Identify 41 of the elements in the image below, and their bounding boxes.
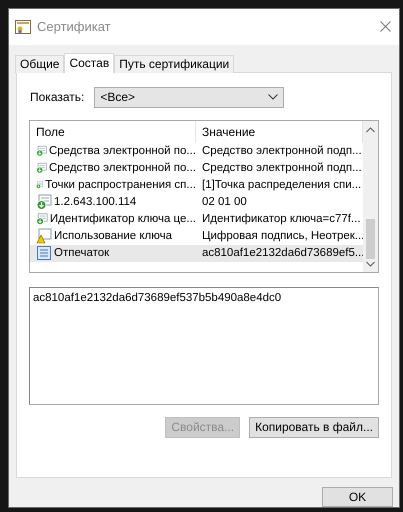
field-value: ac810af1e2132da6d73689ef5... — [202, 247, 363, 260]
tab[interactable]: Общие — [15, 54, 64, 73]
field-value: Средство электронной подп... — [202, 162, 362, 174]
chevron-down-icon — [268, 94, 278, 100]
field-name: Средства электронной по... — [48, 145, 196, 158]
show-dropdown[interactable]: <Все> — [94, 86, 284, 108]
field-name: Точки распространения сп... — [45, 179, 196, 192]
field-name: Использование ключа — [54, 230, 172, 242]
field-value: [1]Точка распределения спи... — [202, 179, 362, 192]
scroll-thumb[interactable] — [366, 218, 375, 259]
column-header[interactable]: Поле — [30, 120, 196, 143]
list-row[interactable]: Средства электронной по... Средство электронной подп... — [30, 142, 363, 160]
tab[interactable]: Состав — [64, 52, 114, 73]
download-certificate-icon — [36, 211, 48, 228]
window-title: Сертификат — [37, 19, 112, 34]
field-name: 1.2.643.100.114 — [54, 196, 136, 208]
list-row[interactable]: Точки распространения сп... [1]Точка распределения спи... — [30, 176, 363, 194]
show-label: Показать: — [30, 90, 84, 104]
copy-to-file-button[interactable]: Копировать в файл... — [249, 416, 379, 438]
field-value: 02 01 00 — [202, 196, 247, 208]
field-value: Идентификатор ключа=c77f... — [202, 213, 361, 226]
list-row[interactable]: Средство электронной по... Средство электронной подп... — [30, 160, 363, 177]
document-list-icon — [36, 245, 52, 262]
field-value: Цифровая подпись, Неотрек... — [202, 230, 363, 242]
chevron-up-icon[interactable] — [366, 126, 375, 133]
ok-button[interactable]: OK — [322, 487, 393, 507]
value-text-area[interactable]: ac810af1e2132da6d73689ef537b5b490a8e4dc0 — [29, 286, 379, 405]
list-row[interactable]: Использование ключа Цифровая подпись, Неотрек... — [30, 228, 363, 245]
field-name: Средство электронной по... — [48, 162, 196, 174]
warning-certificate-icon — [36, 228, 52, 244]
list-row[interactable]: Идентификатор ключа це... Идентификатор ключа=c77f... — [30, 210, 363, 228]
list-row[interactable]: 1.2.643.100.114 02 01 00 — [30, 194, 363, 211]
field-name: Идентификатор ключа це... — [50, 213, 196, 226]
chevron-down-icon[interactable] — [366, 260, 375, 267]
certificate-icon — [15, 20, 31, 34]
list-row[interactable]: Отпечаток ac810af1e2132da6d73689ef5... — [30, 244, 363, 262]
field-value: Средство электронной подп... — [202, 145, 362, 158]
field-name: Отпечаток — [54, 247, 110, 260]
tab[interactable]: Путь сертификации — [114, 54, 234, 73]
close-icon[interactable] — [380, 21, 391, 32]
scrollbar[interactable] — [363, 120, 378, 272]
